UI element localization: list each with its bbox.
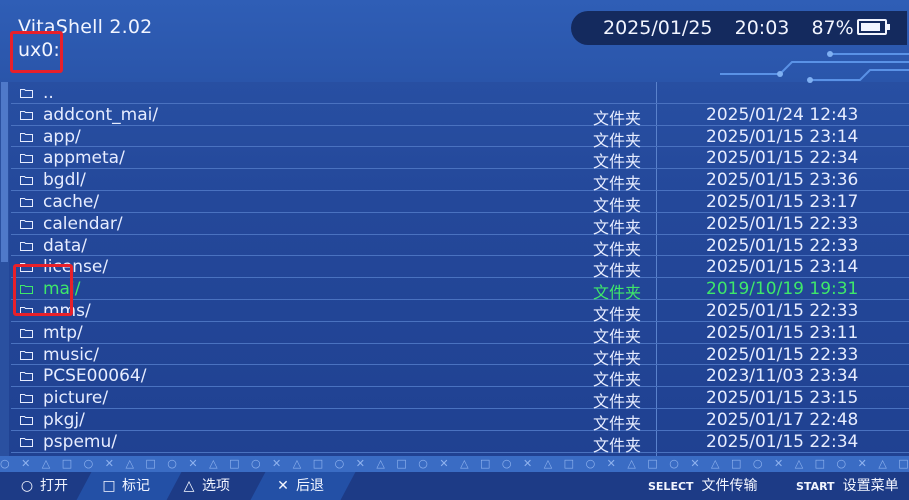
file-date: 2025/01/15 22:33 [706,301,859,321]
circle-button-icon: ○ [20,478,34,494]
file-name: mtp/ [43,322,83,343]
file-row[interactable]: music/文件夹 2025/01/15 22:33 [11,344,909,368]
file-row[interactable]: mms/文件夹 2025/01/15 22:33 [11,300,909,324]
folder-icon [20,110,33,120]
file-row[interactable]: appmeta/文件夹 2025/01/15 22:34 [11,147,909,171]
select-key: SELECT [648,480,694,493]
file-name: bgdl/ [43,170,86,191]
mark-hint[interactable]: □ 标记 [102,472,150,500]
scrollbar-thumb[interactable] [1,82,8,262]
file-date: 2025/01/17 22:48 [706,410,859,430]
symbol-strip: ○ ✕ △ □ ○ ✕ △ □ ○ ✕ △ □ ○ ✕ △ □ ○ ✕ △ □ … [0,456,909,472]
file-date: 2023/11/03 23:34 [706,366,859,387]
file-row[interactable]: pkgj/文件夹 2025/01/17 22:48 [11,409,909,433]
scrollbar[interactable] [0,82,9,456]
file-date: 2025/01/15 22:33 [706,213,859,234]
options-hint[interactable]: △ 选项 [182,472,230,500]
file-name: music/ [43,344,99,365]
folder-icon [20,89,33,98]
file-row[interactable]: data/文件夹 2025/01/15 22:33 [11,235,909,259]
battery-icon [857,19,890,35]
file-name: cache/ [43,192,100,212]
header-bar: VitaShell 2.02 ux0: 2025/01/25 20:03 87% [0,0,909,83]
back-hint[interactable]: ✕ 后退 [276,472,324,500]
file-date: 2025/01/15 22:33 [706,344,859,365]
folder-icon [20,132,33,142]
file-type: 文件夹 [593,435,642,455]
select-hint[interactable]: SELECT 文件传输 [648,472,758,500]
file-row[interactable]: calendar/文件夹 2025/01/15 22:33 [11,213,909,237]
file-name: calendar/ [43,213,123,234]
file-date: 2025/01/24 12:43 [706,104,859,125]
file-date: 2025/01/15 23:11 [706,322,859,343]
folder-icon [20,437,33,447]
options-label: 选项 [202,478,230,494]
path-highlight-box [10,31,63,73]
folder-icon [20,219,33,229]
back-label: 后退 [296,478,324,494]
file-row[interactable]: .. [11,82,909,104]
mai-highlight-box [13,264,73,316]
status-datetime: 2025/01/25 20:03 87% [603,17,854,39]
vitashell-screen: VitaShell 2.02 ux0: 2025/01/25 20:03 87% [0,0,909,500]
folder-icon [20,241,33,251]
file-date: 2019/10/19 19:31 [706,279,859,300]
file-name: picture/ [43,388,109,409]
folder-icon [20,154,33,164]
file-date: 2025/01/15 23:14 [706,126,859,147]
file-row[interactable]: PCSE00064/文件夹 2023/11/03 23:34 [11,365,909,389]
file-row[interactable]: mtp/文件夹 2025/01/15 23:11 [11,322,909,346]
file-name: pkgj/ [43,410,85,430]
start-hint[interactable]: START 设置菜单 [796,472,899,500]
file-date: 2025/01/15 23:14 [706,257,859,278]
file-date: 2025/01/15 23:36 [706,170,859,191]
folder-icon [20,176,33,186]
file-date: 2025/01/15 23:17 [706,192,859,212]
file-row[interactable]: cache/文件夹 2025/01/15 23:17 [11,191,909,215]
battery-percent: 87% [811,17,854,39]
folder-icon [20,328,33,338]
file-row[interactable]: license/文件夹 2025/01/15 23:14 [11,256,909,280]
file-name: .. [43,83,54,103]
file-date: 2025/01/15 22:34 [706,148,859,169]
file-date: 2025/01/15 23:15 [706,388,859,409]
file-date: 2025/01/15 22:33 [706,235,859,256]
folder-icon [20,372,33,382]
file-row[interactable]: pspemu/文件夹 2025/01/15 22:34 [11,431,909,455]
mark-label: 标记 [122,478,150,494]
cross-button-icon: ✕ [277,478,289,494]
select-label: 文件传输 [701,478,758,494]
file-row[interactable]: app/文件夹 2025/01/15 23:14 [11,126,909,150]
file-name: pspemu/ [43,431,117,452]
file-row[interactable]: bgdl/文件夹 2025/01/15 23:36 [11,169,909,193]
open-hint[interactable]: ○ 打开 [20,472,68,500]
file-name: data/ [43,235,88,256]
square-button-icon: □ [102,478,116,494]
status-date: 2025/01/25 [603,17,713,39]
battery-tip [887,24,890,30]
battery-fill [861,23,880,31]
folder-icon [20,416,33,425]
footer-bar: ○ 打开 □ 标记 △ 选项 ✕ 后退 SELECT 文件传输 START 设置菜单 [0,472,909,500]
file-row[interactable]: picture/文件夹 2025/01/15 23:15 [11,387,909,411]
file-name: appmeta/ [43,148,125,169]
file-row[interactable]: mai/文件夹 2019/10/19 19:31 [11,278,909,302]
status-time: 20:03 [734,17,790,39]
file-name: PCSE00064/ [43,366,147,387]
file-date: 2025/01/15 22:34 [706,431,859,452]
file-name: app/ [43,126,81,147]
start-label: 设置菜单 [842,478,899,494]
circuit-decoration-icon [720,51,909,83]
start-key: START [796,480,835,493]
folder-icon [20,198,33,207]
file-list[interactable]: .. addcont_mai/文件夹 2025/01/24 12:43 app/文件夹… [0,82,909,456]
folder-icon [20,350,33,360]
open-label: 打开 [40,478,68,494]
folder-icon [20,394,33,404]
file-name: addcont_mai/ [43,104,159,125]
file-row[interactable]: addcont_mai/文件夹 2025/01/24 12:43 [11,104,909,128]
triangle-button-icon: △ [183,478,195,494]
